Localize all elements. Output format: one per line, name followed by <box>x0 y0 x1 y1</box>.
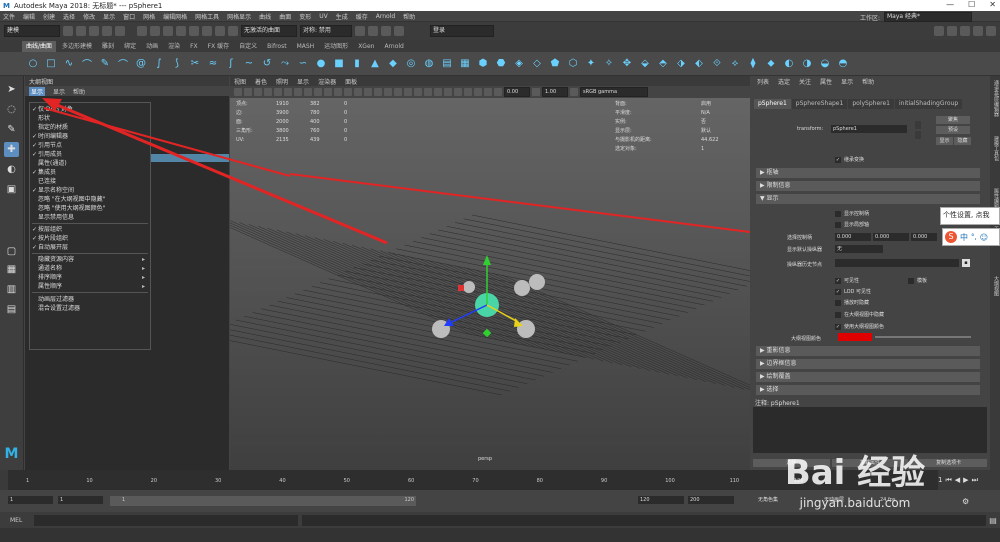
watermark-url: jingyan.baidu.com <box>799 496 911 510</box>
watermark: Bai 经验 jingyan.baidu.com <box>760 432 950 542</box>
watermark-brand: Bai 经验 <box>784 453 926 493</box>
